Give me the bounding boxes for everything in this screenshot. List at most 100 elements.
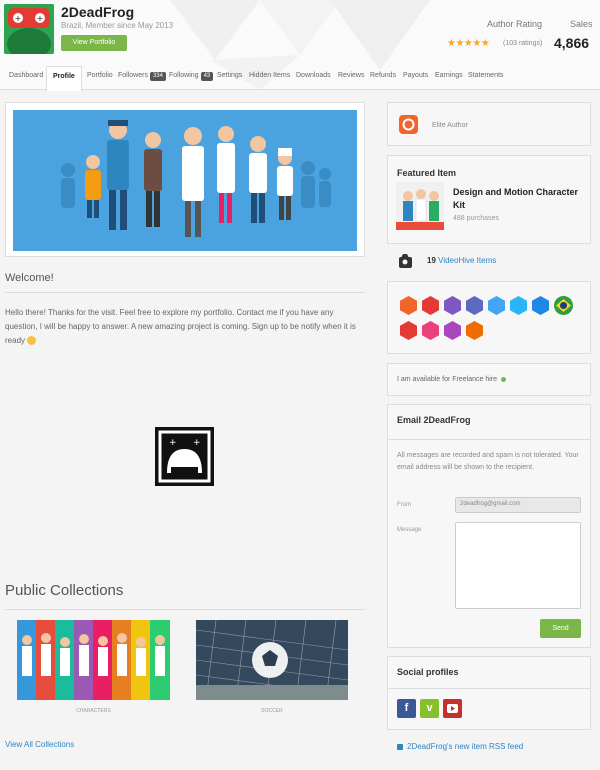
- rss-text[interactable]: 2DeadFrog's new item RSS feed: [407, 742, 523, 751]
- email-title: Email 2DeadFrog: [397, 415, 471, 425]
- badge-heart-icon[interactable]: [444, 321, 461, 340]
- welcome-text-block: Hello there! Thanks for the visit. Feel …: [5, 306, 365, 348]
- welcome-title: Welcome!: [5, 272, 54, 284]
- tab-payouts[interactable]: Payouts: [403, 69, 428, 90]
- videohive-row: 19 VideoHive Items: [387, 246, 591, 279]
- videohive-items-line[interactable]: 19 VideoHive Items: [427, 256, 496, 265]
- featured-thumbnail[interactable]: [396, 182, 444, 230]
- freelance-status: I am available for Freelance hire: [397, 376, 506, 383]
- available-status-icon: [501, 376, 506, 382]
- sales-value: 4,866: [554, 35, 590, 51]
- featured-item-name[interactable]: Design and Motion Character Kit: [453, 186, 583, 212]
- badge-cart-icon[interactable]: [488, 296, 505, 315]
- tab-reviews[interactable]: Reviews: [338, 69, 364, 90]
- public-collections-title: Public Collections: [5, 582, 124, 599]
- tab-label: Followers: [118, 72, 148, 79]
- badge-elite-icon[interactable]: [400, 296, 417, 315]
- videohive-items-link[interactable]: VideoHive Items: [438, 256, 496, 265]
- tab-followers[interactable]: Followers 334: [118, 69, 166, 90]
- badge-years-icon[interactable]: [466, 321, 483, 340]
- elite-author-card: Elite Author: [387, 102, 591, 146]
- tab-label: Profile: [53, 73, 75, 80]
- featured-title: Featured Item: [397, 168, 457, 178]
- badges-card: [387, 281, 591, 354]
- tab-earnings[interactable]: Earnings: [435, 69, 463, 90]
- tab-profile[interactable]: Profile: [46, 66, 82, 91]
- send-button[interactable]: Send: [540, 619, 581, 638]
- from-field[interactable]: 2deadfrog@gmail.com: [455, 497, 581, 513]
- studio-logo: + +: [155, 427, 214, 486]
- badge-rocket-icon[interactable]: [444, 296, 461, 315]
- social-profiles-card: Social profiles f v: [387, 656, 591, 730]
- logo-art: + +: [155, 427, 214, 486]
- badge-tag-icon[interactable]: [400, 321, 417, 340]
- vimeo-icon[interactable]: v: [420, 699, 439, 718]
- collection-thumbnail: [17, 620, 170, 700]
- divider: [5, 609, 365, 610]
- tab-label: Statements: [468, 72, 504, 79]
- email-card: Email 2DeadFrog All messages are recorde…: [387, 404, 591, 648]
- tab-label: Following: [169, 72, 199, 79]
- message-textarea[interactable]: [455, 522, 581, 609]
- svg-text:+: +: [193, 438, 201, 448]
- email-card-header: Email 2DeadFrog: [388, 405, 590, 440]
- username: 2DeadFrog: [61, 4, 135, 20]
- view-portfolio-button[interactable]: View Portfolio: [61, 35, 127, 51]
- author-rating-label: Author Rating: [487, 19, 543, 29]
- tab-label: Settings: [217, 72, 243, 79]
- featured-purchases: 488 purchases: [453, 215, 499, 222]
- svg-text:+: +: [37, 14, 44, 23]
- tab-hidden-items[interactable]: Hidden Items: [249, 69, 290, 90]
- collection-card-soccer[interactable]: [196, 620, 348, 700]
- divider: [5, 292, 365, 293]
- member-since: Brazil, Member since May 2013: [61, 21, 174, 30]
- profile-banner: [5, 102, 365, 257]
- welcome-text: Hello there! Thanks for the visit. Feel …: [5, 308, 356, 345]
- banner-image: [13, 110, 357, 251]
- badge-snowflake-icon[interactable]: [532, 296, 549, 315]
- badge-paw-icon[interactable]: [422, 296, 439, 315]
- tab-label: Hidden Items: [249, 72, 291, 79]
- tab-label: Downloads: [296, 72, 331, 79]
- videohive-count: 19: [427, 256, 436, 265]
- avatar[interactable]: + +: [4, 4, 54, 54]
- collection-card-characters[interactable]: [17, 620, 170, 700]
- followers-count-badge: 334: [149, 72, 166, 81]
- badge-lightning-icon[interactable]: [510, 296, 527, 315]
- svg-text:+: +: [169, 438, 177, 448]
- sales-label: Sales: [570, 19, 593, 29]
- brazil-flag-icon: [554, 296, 573, 315]
- rss-icon: [397, 743, 403, 750]
- tab-label: Payouts: [403, 72, 429, 79]
- facebook-icon[interactable]: f: [397, 699, 416, 718]
- collection-label: Soccer: [261, 708, 283, 714]
- tab-portfolio[interactable]: Portfolio: [87, 69, 113, 90]
- message-label: Message: [397, 527, 422, 533]
- badge-lock-icon[interactable]: [422, 321, 439, 340]
- freelance-text: I am available for Freelance hire: [397, 376, 497, 383]
- videohive-icon: [397, 252, 416, 271]
- tab-following[interactable]: Following 43: [169, 69, 214, 90]
- social-title: Social profiles: [397, 667, 459, 677]
- svg-text:+: +: [15, 14, 22, 23]
- youtube-icon[interactable]: [443, 699, 462, 718]
- tab-downloads[interactable]: Downloads: [296, 69, 331, 90]
- tab-label: Reviews: [338, 72, 365, 79]
- tab-label: Refunds: [370, 72, 397, 79]
- tab-label: Portfolio: [87, 72, 113, 79]
- ratings-count[interactable]: (103 ratings): [503, 40, 542, 47]
- tab-label: Dashboard: [9, 72, 44, 79]
- tab-refunds[interactable]: Refunds: [370, 69, 396, 90]
- smile-emoji-icon: [27, 336, 37, 346]
- rss-feed-link[interactable]: 2DeadFrog's new item RSS feed: [397, 742, 523, 751]
- tab-settings[interactable]: Settings: [217, 69, 242, 90]
- view-all-collections-link[interactable]: View All Collections: [5, 740, 74, 749]
- tab-statements[interactable]: Statements: [468, 69, 503, 90]
- characters-illustration: [13, 110, 357, 251]
- collection-label: Characters: [76, 708, 111, 714]
- tab-dashboard[interactable]: Dashboard: [9, 69, 43, 90]
- badge-trophy-icon[interactable]: [466, 296, 483, 315]
- profile-tabs: Dashboard Profile Portfolio Followers 334…: [0, 65, 600, 91]
- following-count-badge: 43: [200, 72, 214, 81]
- elite-author-label: Elite Author: [432, 122, 468, 129]
